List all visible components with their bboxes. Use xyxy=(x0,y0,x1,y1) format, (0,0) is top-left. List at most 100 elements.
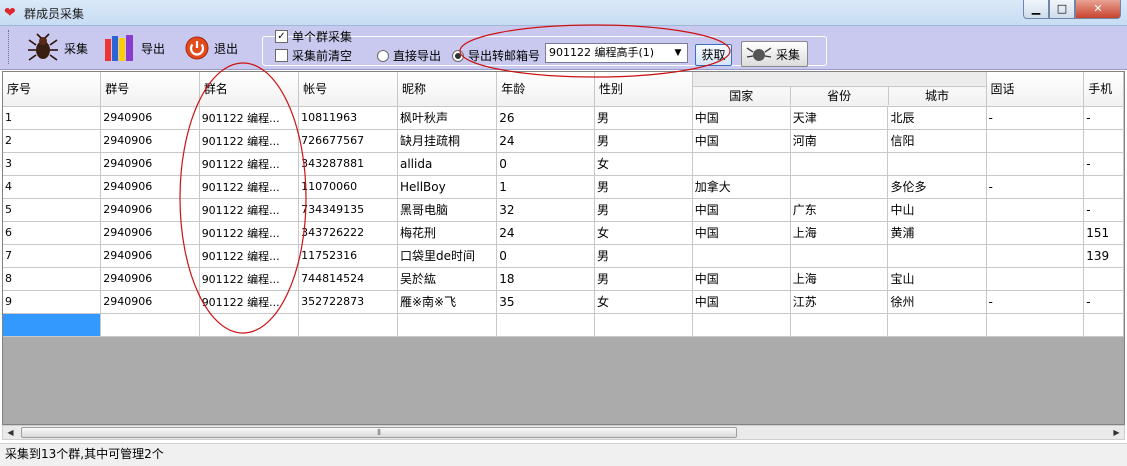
fetch-button[interactable]: 获取 xyxy=(695,44,732,66)
cell-age[interactable]: 24 xyxy=(496,221,596,245)
scroll-left-icon[interactable]: ◀ xyxy=(3,426,18,439)
cell-seq[interactable]: 9 xyxy=(3,290,102,314)
cell-gender[interactable] xyxy=(594,313,693,337)
cell-group-name[interactable] xyxy=(199,313,300,337)
cell-province[interactable]: 河南 xyxy=(790,129,889,153)
cell-group-no[interactable]: 2940906 xyxy=(100,267,200,291)
cell-mobile[interactable]: - xyxy=(1083,198,1124,222)
cell-seq[interactable]: 8 xyxy=(3,267,102,291)
col-country[interactable]: 国家 xyxy=(693,87,791,105)
cell-mobile[interactable]: - xyxy=(1083,106,1124,130)
chevron-down-icon[interactable]: ▼ xyxy=(671,45,685,61)
col-city[interactable]: 城市 xyxy=(889,87,985,105)
cell-gender[interactable]: 男 xyxy=(594,129,693,153)
cell-seq[interactable] xyxy=(3,313,102,337)
cell-province[interactable]: 江苏 xyxy=(790,290,889,314)
cell-nickname[interactable]: 缺月挂疏桐 xyxy=(397,129,498,153)
cell-city[interactable] xyxy=(887,244,987,268)
cell-city[interactable]: 信阳 xyxy=(887,129,987,153)
exit-button[interactable]: 退出 xyxy=(184,30,238,66)
cell-country[interactable]: 中国 xyxy=(692,221,791,245)
cell-mobile[interactable] xyxy=(1083,175,1124,199)
col-nickname[interactable]: 昵称 xyxy=(397,72,498,107)
cell-nickname[interactable]: 吴於紘 xyxy=(397,267,498,291)
new-row[interactable] xyxy=(3,313,1124,337)
cell-phone[interactable] xyxy=(986,267,1085,291)
table-row[interactable]: 3 2940906 901122 编程... 343287881 allida 0 女 - xyxy=(3,152,1124,176)
cell-account[interactable]: 744814524 xyxy=(298,267,398,291)
cell-group-no[interactable]: 2940906 xyxy=(100,152,200,176)
table-row[interactable]: 6 2940906 901122 编程... 343726222 梅花刑 24 女中国 上海黄… xyxy=(3,221,1124,245)
cell-gender[interactable]: 男 xyxy=(594,198,693,222)
table-row[interactable]: 7 2940906 901122 编程... 11752316 口袋里de时间 0 男 139 xyxy=(3,244,1124,268)
cell-phone[interactable] xyxy=(986,244,1085,268)
col-group-no[interactable]: 群号 xyxy=(100,72,200,107)
cell-account[interactable]: 11070060 xyxy=(298,175,398,199)
cell-phone[interactable] xyxy=(986,313,1085,337)
cell-province[interactable]: 天津 xyxy=(790,106,889,130)
cell-country[interactable]: 中国 xyxy=(692,106,791,130)
cell-group-name[interactable]: 901122 编程... xyxy=(199,129,300,153)
cell-city[interactable]: 中山 xyxy=(887,198,987,222)
cell-province[interactable] xyxy=(790,175,889,199)
cell-nickname[interactable]: 黑哥电脑 xyxy=(397,198,498,222)
table-row[interactable]: 4 2940906 901122 编程... 11070060 HellBoy 1 男加拿大… xyxy=(3,175,1124,199)
radio-off[interactable] xyxy=(377,49,389,62)
cell-country[interactable] xyxy=(692,313,791,337)
cell-age[interactable]: 35 xyxy=(496,290,596,314)
cell-country[interactable] xyxy=(692,152,791,176)
cell-phone[interactable]: - xyxy=(986,290,1085,314)
cell-account[interactable]: 352722873 xyxy=(298,290,398,314)
checkbox-checked[interactable]: ✓ xyxy=(275,30,288,43)
cell-province[interactable]: 广东 xyxy=(790,198,889,222)
cell-province[interactable]: 上海 xyxy=(790,267,889,291)
cell-country[interactable] xyxy=(692,244,791,268)
cell-group-name[interactable]: 901122 编程... xyxy=(199,106,300,130)
cell-phone[interactable] xyxy=(986,221,1085,245)
cell-group-name[interactable]: 901122 编程... xyxy=(199,267,300,291)
col-phone[interactable]: 固话 xyxy=(986,72,1085,107)
cell-age[interactable]: 24 xyxy=(496,129,596,153)
cell-age[interactable]: 32 xyxy=(496,198,596,222)
checkbox-unchecked[interactable] xyxy=(275,49,288,62)
cell-nickname[interactable]: HellBoy xyxy=(397,175,498,199)
cell-account[interactable] xyxy=(298,313,398,337)
cell-group-name[interactable]: 901122 编程... xyxy=(199,175,300,199)
cell-age[interactable]: 0 xyxy=(496,244,596,268)
col-age[interactable]: 年龄 xyxy=(496,72,596,107)
cell-age[interactable]: 0 xyxy=(496,152,596,176)
cell-country[interactable]: 中国 xyxy=(692,290,791,314)
cell-city[interactable]: 宝山 xyxy=(887,267,987,291)
cell-phone[interactable] xyxy=(986,152,1085,176)
cell-mobile[interactable]: 151 xyxy=(1083,221,1124,245)
cell-mobile[interactable] xyxy=(1083,313,1124,337)
cell-account[interactable]: 343287881 xyxy=(298,152,398,176)
clear-before-checkbox[interactable]: 采集前清空 xyxy=(275,47,352,64)
cell-group-no[interactable]: 2940906 xyxy=(100,290,200,314)
cell-nickname[interactable]: 雁※南※飞 xyxy=(397,290,498,314)
cell-gender[interactable]: 女 xyxy=(594,152,693,176)
cell-gender[interactable]: 男 xyxy=(594,175,693,199)
table-row[interactable]: 8 2940906 901122 编程... 744814524 吴於紘 18 男中国 上海宝… xyxy=(3,267,1124,291)
cell-mobile[interactable] xyxy=(1083,129,1124,153)
cell-mobile[interactable]: 139 xyxy=(1083,244,1124,268)
cell-group-no[interactable]: 2940906 xyxy=(100,221,200,245)
cell-gender[interactable]: 女 xyxy=(594,221,693,245)
cell-city[interactable]: 黄浦 xyxy=(887,221,987,245)
cell-country[interactable]: 中国 xyxy=(692,129,791,153)
cell-nickname[interactable]: 口袋里de时间 xyxy=(397,244,498,268)
cell-account[interactable]: 343726222 xyxy=(298,221,398,245)
cell-phone[interactable] xyxy=(986,198,1085,222)
cell-account[interactable]: 734349135 xyxy=(298,198,398,222)
collect-group-button[interactable]: 采集 xyxy=(741,41,808,67)
cell-phone[interactable]: - xyxy=(986,106,1085,130)
cell-account[interactable]: 11752316 xyxy=(298,244,398,268)
col-province[interactable]: 省份 xyxy=(791,87,889,105)
cell-age[interactable]: 1 xyxy=(496,175,596,199)
cell-city[interactable]: 多伦多 xyxy=(887,175,987,199)
col-mobile[interactable]: 手机 xyxy=(1083,72,1124,107)
cell-province[interactable] xyxy=(790,244,889,268)
cell-group-no[interactable]: 2940906 xyxy=(100,106,200,130)
cell-city[interactable]: 北辰 xyxy=(887,106,987,130)
cell-group-name[interactable]: 901122 编程... xyxy=(199,198,300,222)
